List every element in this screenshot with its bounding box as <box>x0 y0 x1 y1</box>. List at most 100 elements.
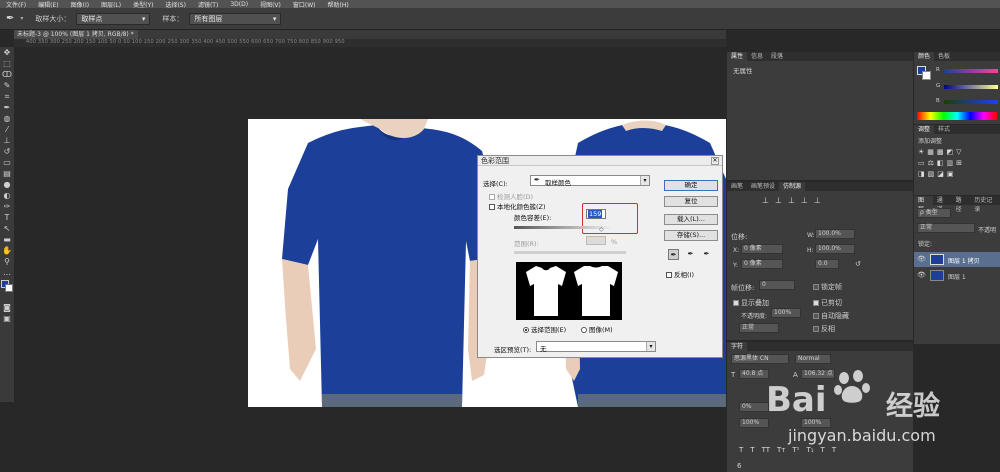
eraser-tool-icon[interactable]: ▭ <box>0 157 14 168</box>
invert-option[interactable]: 反相(I) <box>666 269 694 279</box>
screen-mode-icon[interactable]: ▣ <box>0 313 14 324</box>
tab-brush-presets[interactable]: 画笔预设 <box>747 182 779 191</box>
zoom-tool-icon[interactable]: ⚲ <box>0 256 14 267</box>
ok-button[interactable]: 确定 <box>664 180 718 191</box>
y-offset-input[interactable]: 0 像素 <box>741 259 783 269</box>
history-brush-tool-icon[interactable]: ↺ <box>0 146 14 157</box>
eye-icon[interactable]: 👁 <box>917 255 926 263</box>
eyedropper-icon[interactable]: ✒ <box>668 249 679 260</box>
radio-image-option[interactable]: 图像(M) <box>581 324 613 334</box>
type-tool-icon[interactable]: T <box>0 212 14 223</box>
tab-history[interactable]: 历史记录 <box>970 196 1000 213</box>
tool-preset-chevron-icon[interactable]: ▾ <box>20 15 23 22</box>
marquee-tool-icon[interactable]: ⬚ <box>0 58 14 69</box>
tab-clone-source[interactable]: 仿制源 <box>779 182 806 191</box>
invert-overlay-option[interactable]: 反相 <box>813 324 835 334</box>
invert-checkbox[interactable] <box>666 272 672 278</box>
quick-select-tool-icon[interactable]: ✎ <box>0 80 14 91</box>
detect-faces-option[interactable]: 检测人脸(D) <box>489 191 533 201</box>
close-icon[interactable]: ✕ <box>711 157 719 165</box>
tab-color[interactable]: 颜色 <box>914 52 935 61</box>
tab-paths[interactable]: 路径 <box>952 196 971 213</box>
path-select-tool-icon[interactable]: ↖ <box>0 223 14 234</box>
tab-character[interactable]: 字符 <box>727 342 748 351</box>
fuzziness-slider-track[interactable] <box>514 226 612 229</box>
layer-mode-dropdown[interactable]: 正常 <box>917 223 975 233</box>
tab-brush[interactable]: 画笔 <box>727 182 747 191</box>
radio-selection[interactable] <box>523 327 529 333</box>
tab-info[interactable]: 信息 <box>747 52 767 61</box>
eyedropper-minus-icon[interactable]: ✒ <box>701 249 712 260</box>
pen-tool-icon[interactable]: ✑ <box>0 201 14 212</box>
move-tool-icon[interactable]: ✥ <box>0 47 14 58</box>
localized-clusters-checkbox[interactable] <box>489 204 495 210</box>
localized-clusters-option[interactable]: 本地化颜色簇(Z) <box>489 201 546 211</box>
reset-button[interactable]: 复位 <box>664 196 718 207</box>
spectrum-bar[interactable] <box>917 112 997 120</box>
crop-tool-icon[interactable]: ⌗ <box>0 91 14 102</box>
brush-tool-icon[interactable]: ⁄ <box>0 124 14 135</box>
shape-tool-icon[interactable]: ▬ <box>0 234 14 245</box>
more-tools-icon[interactable]: … <box>0 267 14 278</box>
angle-input[interactable]: 0.0 <box>815 259 839 269</box>
eyedropper-tool-icon[interactable]: ✒ <box>0 102 14 113</box>
eyedropper-icon[interactable]: ✒ <box>6 13 14 24</box>
lock-frame-option[interactable]: 锁定帧 <box>813 282 842 292</box>
color-swatches[interactable] <box>0 278 14 302</box>
background-color-chip[interactable] <box>922 71 931 80</box>
tab-properties[interactable]: 属性 <box>727 52 748 61</box>
layer-row[interactable]: 👁 图层 1 拷贝 <box>914 252 1000 267</box>
load-button[interactable]: 载入(L)... <box>664 214 718 225</box>
channel-g-slider[interactable] <box>944 85 998 89</box>
eye-icon[interactable]: 👁 <box>917 271 926 279</box>
reset-transform-icon[interactable]: ↺ <box>855 260 861 268</box>
save-button[interactable]: 存储(S)... <box>664 230 718 241</box>
clipped-option[interactable]: 已剪切 <box>813 298 842 308</box>
show-overlay-option[interactable]: 显示叠加 <box>733 298 769 308</box>
layer-kind-filter[interactable]: ρ 类型 <box>917 208 951 218</box>
hand-tool-icon[interactable]: ✋ <box>0 245 14 256</box>
lock-frame-checkbox[interactable] <box>813 284 819 290</box>
show-overlay-checkbox[interactable] <box>733 300 739 306</box>
tab-adjustments[interactable]: 调整 <box>914 125 935 134</box>
invert-overlay-checkbox[interactable] <box>813 326 819 332</box>
sample-dropdown[interactable]: 所有图层 ▾ <box>189 12 282 25</box>
background-color-swatch[interactable] <box>5 284 13 292</box>
fuzziness-slider-thumb-icon[interactable]: ◇ <box>599 226 604 233</box>
layer-row[interactable]: 👁 图层 1 <box>914 268 1000 283</box>
preview-dropdown[interactable]: 无 ▾ <box>536 341 656 353</box>
x-offset-input[interactable]: 0 像素 <box>741 244 783 254</box>
h-input[interactable]: 100.0% <box>815 244 855 254</box>
tab-styles[interactable]: 样式 <box>934 125 954 134</box>
gradient-tool-icon[interactable]: ▤ <box>0 168 14 179</box>
auto-hide-checkbox[interactable] <box>813 313 819 319</box>
sample-size-dropdown[interactable]: 取样点 ▾ <box>76 12 151 25</box>
blend-mode-dropdown[interactable]: 正常 <box>739 323 779 333</box>
radio-selection-option[interactable]: 选择范围(E) <box>523 324 566 334</box>
lasso-tool-icon[interactable]: ↀ <box>0 69 14 80</box>
menu-3d[interactable]: 3D(D) <box>224 1 254 8</box>
clone-stamp-tool-icon[interactable]: ⊥ <box>0 135 14 146</box>
quick-mask-icon[interactable]: ◙ <box>0 302 14 313</box>
dodge-tool-icon[interactable]: ◐ <box>0 190 14 201</box>
radio-image[interactable] <box>581 327 587 333</box>
blur-tool-icon[interactable]: ● <box>0 179 14 190</box>
w-input[interactable]: 100.0% <box>815 229 855 239</box>
clipped-checkbox[interactable] <box>813 300 819 306</box>
tab-paragraph[interactable]: 段落 <box>767 52 787 61</box>
tab-swatches[interactable]: 色板 <box>934 52 954 61</box>
document-tab[interactable]: 未标题-3 @ 100% (图层 1 拷贝, RGB/8) * <box>14 30 138 39</box>
healing-brush-tool-icon[interactable]: ◍ <box>0 113 14 124</box>
tab-channels[interactable]: 通道 <box>933 196 952 213</box>
channel-r-slider[interactable] <box>944 69 998 73</box>
detect-faces-checkbox[interactable] <box>489 194 495 200</box>
auto-hide-option[interactable]: 自动隐藏 <box>813 311 849 321</box>
adjustment-icons[interactable]: ☀▦▩◩▽ ▭⚖◧▥⊞ ◨▧◪▣ <box>914 147 1000 180</box>
frame-offset-input[interactable]: 0 <box>759 280 795 290</box>
tab-layers[interactable]: 图层 <box>914 196 933 213</box>
opacity-input[interactable]: 100% <box>771 308 801 318</box>
channel-b-slider[interactable] <box>944 100 998 104</box>
eyedropper-plus-icon[interactable]: ✒ <box>685 249 696 260</box>
clone-source-icons[interactable]: ⊥⊥⊥⊥⊥ <box>762 196 827 205</box>
select-dropdown[interactable]: ✒ 取样颜色 ▾ <box>530 175 650 187</box>
